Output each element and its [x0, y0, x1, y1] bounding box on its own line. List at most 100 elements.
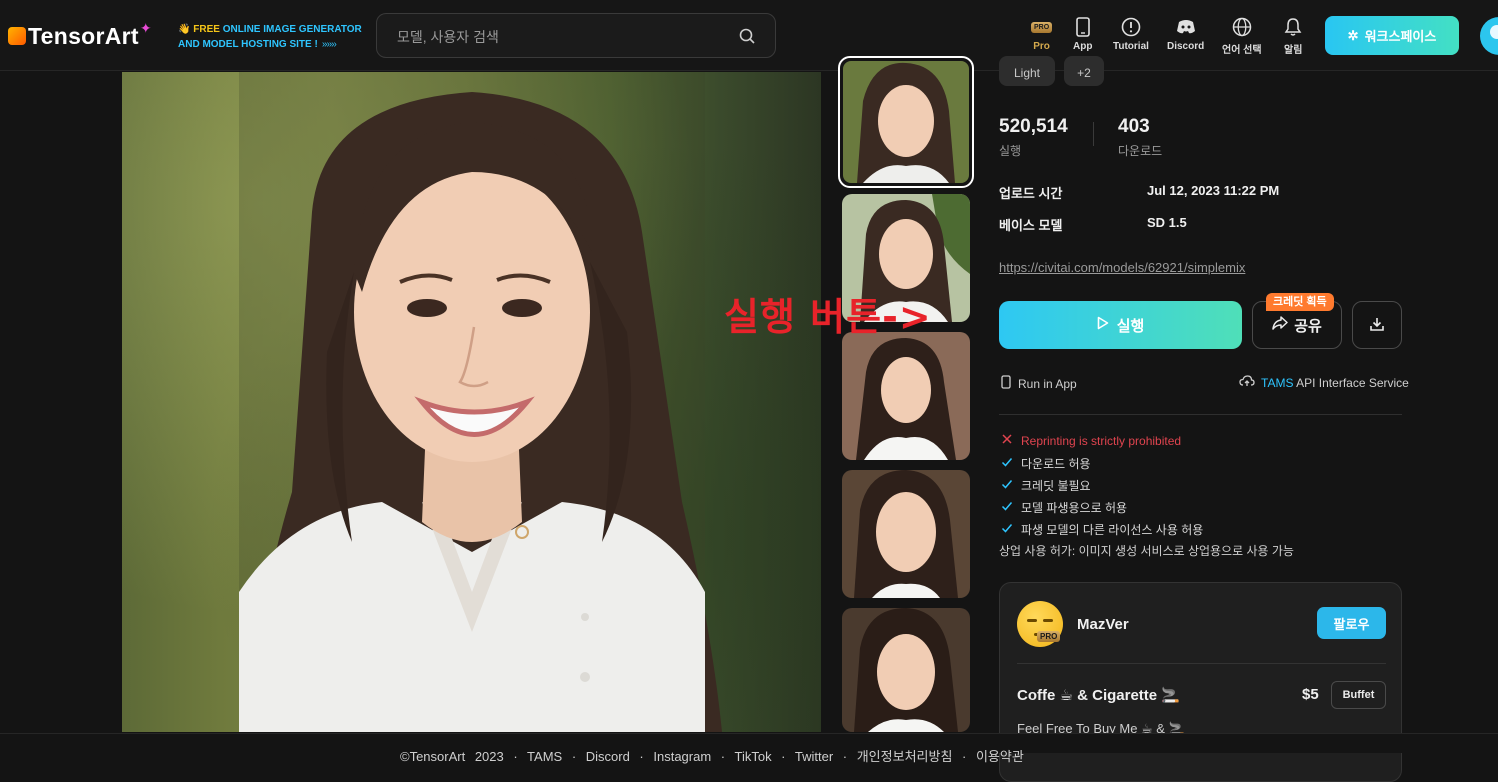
permission-text: 크레딧 불필요: [1021, 479, 1091, 493]
logo-text: TensorArt: [28, 22, 139, 49]
sparkle-icon: ✦: [139, 19, 152, 36]
nav-notifications[interactable]: 알림: [1284, 16, 1302, 56]
tag-more-chip[interactable]: +2: [1064, 56, 1104, 86]
support-price: $5: [1302, 686, 1319, 703]
tag-label: Light: [1013, 66, 1041, 80]
stats-divider: [1093, 122, 1094, 146]
download-button[interactable]: [1352, 301, 1402, 349]
thumbnail-image: [843, 61, 969, 183]
nav-discord[interactable]: Discord: [1167, 16, 1204, 52]
thumbnail-1[interactable]: [838, 56, 974, 188]
pro-badge-icon: PRO: [1031, 21, 1053, 33]
run-in-app-label: Run in App: [1018, 376, 1077, 391]
nav-notifications-label: 알림: [1284, 45, 1303, 56]
upload-time-value: Jul 12, 2023 11:22 PM: [1147, 183, 1280, 198]
run-button-annotation: 실행 버튼->: [722, 286, 932, 350]
base-model-label: 베이스 모델: [999, 218, 1063, 233]
section-divider: [999, 414, 1402, 415]
promo-line1: ONLINE IMAGE GENERATOR: [222, 24, 362, 35]
globe-icon: [1232, 16, 1252, 38]
nav-discord-label: Discord: [1167, 41, 1205, 52]
permission-item: 모델 파생용으로 허용: [1001, 499, 1127, 516]
thumbnail-image: [842, 470, 970, 598]
upload-time-label: 업로드 시간: [999, 186, 1063, 201]
buffet-button[interactable]: Buffet: [1331, 681, 1386, 709]
card-divider: [1017, 663, 1386, 664]
thumbnail-3[interactable]: [842, 332, 970, 460]
check-icon: [1001, 522, 1013, 537]
footer-links: ©TensorArt 2023 · TAMS · Discord · Insta…: [400, 749, 1024, 764]
discord-icon: [1176, 16, 1196, 38]
sparkle-icon: ✲: [1347, 27, 1359, 43]
run-in-app-link[interactable]: Run in App: [1001, 375, 1077, 392]
credit-badge: 크레딧 획득: [1266, 293, 1334, 311]
footer: ©TensorArt 2023 · TAMS · Discord · Insta…: [0, 733, 1498, 764]
thumbnail-image: [842, 608, 970, 732]
cloud-upload-icon: [1239, 375, 1255, 390]
tensorart-logo[interactable]: TensorArt ✦: [8, 20, 152, 52]
promo-arrows: ››››››: [321, 39, 337, 50]
search-icon[interactable]: [739, 28, 755, 49]
tams-desc: API Interface Service: [1296, 375, 1409, 390]
downloads-label: 다운로드: [1118, 144, 1163, 158]
nav-language-label: 언어 선택: [1222, 45, 1262, 56]
check-icon: [1001, 500, 1013, 515]
mobile-icon: [1075, 16, 1090, 38]
base-model-value: SD 1.5: [1147, 215, 1187, 230]
permission-text: 다운로드 허용: [1021, 457, 1091, 471]
runs-count: 520,514: [999, 116, 1068, 137]
nav-app[interactable]: App: [1073, 16, 1092, 52]
nav-language[interactable]: 언어 선택: [1222, 16, 1262, 56]
permission-item: 다운로드 허용: [1001, 455, 1091, 472]
logo-mark-icon: [8, 27, 26, 45]
mobile-icon: [1001, 375, 1011, 392]
nav-tutorial-label: Tutorial: [1113, 41, 1149, 52]
tams-api-link[interactable]: TAMS API Interface Service: [1239, 375, 1409, 390]
download-icon: [1369, 316, 1385, 335]
bell-icon: [1284, 16, 1302, 38]
permission-item: 크레딧 불필요: [1001, 477, 1091, 494]
pro-badge-icon: PRO: [1037, 631, 1061, 642]
wave-icon: 👋: [178, 24, 191, 35]
info-circle-icon: [1121, 16, 1141, 38]
share-icon: [1272, 316, 1288, 334]
nav-pro[interactable]: PRO Pro: [1031, 16, 1053, 52]
promo-highlight: FREE: [193, 24, 220, 35]
tag-more-label: +2: [1077, 66, 1091, 80]
thumbnail-5[interactable]: [842, 608, 970, 732]
check-icon: [1001, 456, 1013, 471]
run-button[interactable]: 실행: [999, 301, 1242, 349]
search-box[interactable]: [376, 13, 776, 59]
main-preview-image[interactable]: [122, 72, 821, 732]
permission-text: 파생 모델의 다른 라이선스 사용 허용: [1021, 523, 1204, 537]
author-name[interactable]: MazVer: [1077, 616, 1129, 633]
commercial-use-text: 상업 사용 허가: 이미지 생성 서비스로 상업용으로 사용 가능: [999, 544, 1294, 558]
permission-item: Reprinting is strictly prohibited: [1001, 433, 1181, 448]
user-avatar[interactable]: [1480, 17, 1498, 55]
nav-pro-label: Pro: [1033, 41, 1050, 52]
portrait-image: [239, 72, 722, 732]
workspace-button[interactable]: ✲ 워크스페이스: [1325, 16, 1459, 55]
tag-chip[interactable]: Light: [999, 56, 1055, 86]
promo-banner[interactable]: 👋 FREE ONLINE IMAGE GENERATOR AND MODEL …: [178, 22, 362, 52]
nav-app-label: App: [1073, 41, 1093, 52]
share-label: 공유: [1294, 317, 1322, 335]
top-header: TensorArt ✦ 👋 FREE ONLINE IMAGE GENERATO…: [0, 0, 1498, 71]
support-tier-title: Coffe ☕ & Cigarette 🚬: [1017, 687, 1180, 704]
check-icon: [1001, 478, 1013, 493]
run-label: 실행: [1116, 317, 1145, 335]
play-icon: [1097, 316, 1109, 334]
tams-label: TAMS: [1261, 375, 1294, 390]
thumbnail-4[interactable]: [842, 470, 970, 598]
source-link[interactable]: https://civitai.com/models/62921/simplem…: [999, 260, 1245, 275]
permission-text: 모델 파생용으로 허용: [1021, 501, 1128, 515]
nav-tutorial[interactable]: Tutorial: [1113, 16, 1149, 52]
permission-item: 파생 모델의 다른 라이선스 사용 허용: [1001, 521, 1203, 538]
permission-text: Reprinting is strictly prohibited: [1021, 433, 1182, 448]
workspace-label: 워크스페이스: [1364, 29, 1437, 44]
runs-label: 실행: [999, 144, 1022, 158]
follow-button[interactable]: 팔로우: [1317, 607, 1386, 639]
close-icon: [1001, 433, 1013, 448]
search-input[interactable]: [395, 14, 729, 59]
promo-line2: AND MODEL HOSTING SITE !: [178, 39, 318, 50]
